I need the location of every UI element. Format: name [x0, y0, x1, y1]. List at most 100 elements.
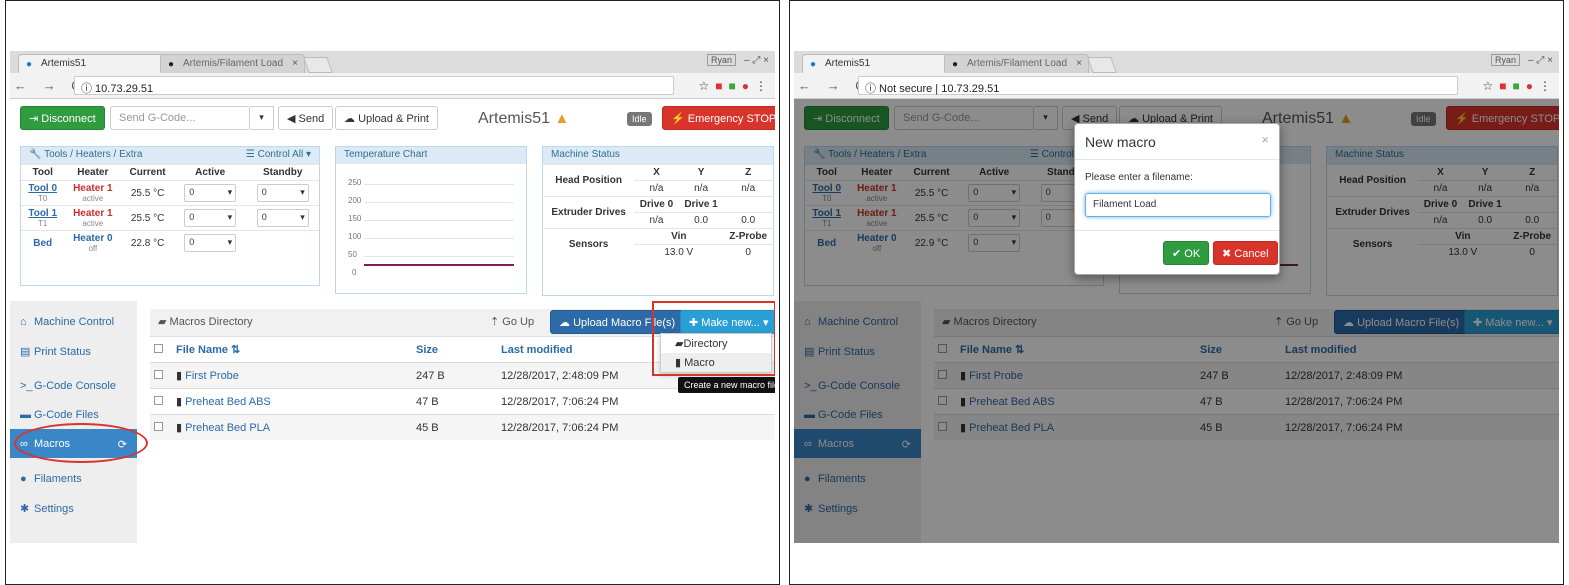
tab-bar: ●Artemis51× ●Artemis/Filament Load× Ryan… [10, 51, 775, 73]
github-icon: ● [952, 59, 959, 70]
user-badge[interactable]: Ryan [1491, 54, 1521, 66]
tooltip: Create a new macro file [678, 377, 775, 393]
menu-icon[interactable]: ⋮ [1539, 79, 1551, 93]
file-icon: ▮ [176, 370, 183, 382]
tool-0-dropdown[interactable]: Tool 0 [28, 183, 57, 194]
send-button[interactable]: ◀ Send [278, 106, 334, 130]
row-checkbox[interactable] [154, 395, 163, 405]
left-screenshot-frame: ●Artemis51× ●Artemis/Filament Load× Ryan… [5, 0, 780, 585]
droplet-icon: ● [810, 59, 817, 70]
right-screenshot-frame: ●Artemis51× ●Artemis/Filament Load× Ryan… [789, 0, 1564, 585]
close-icon[interactable]: × [292, 58, 298, 69]
gcode-dropdown[interactable]: ▾ [250, 106, 274, 130]
sort-icon[interactable]: ⇅ [231, 344, 240, 356]
tab-bar: ●Artemis51× ●Artemis/Filament Load× Ryan… [794, 51, 1559, 73]
extension-icons: ☆ ■ ■ ● ⋮ [1476, 79, 1551, 93]
filename-input[interactable]: Filament Load [1085, 193, 1271, 217]
url-field[interactable]: ⓘ Not secure | 10.73.29.51 [858, 76, 1458, 95]
globe-icon: ● [20, 473, 27, 485]
ok-button[interactable]: ✔ OK [1163, 241, 1210, 265]
address-bar: ← → C ⓘ Not secure | 10.73.29.51 ☆ ■ ■ ● ⋮ [794, 73, 1559, 99]
close-icon[interactable]: × [1076, 58, 1082, 69]
maximize-icon[interactable]: ⤢ [752, 55, 760, 66]
adblock-icon[interactable]: ● [1526, 79, 1533, 93]
extension-icon[interactable]: ■ [1499, 79, 1506, 93]
gcode-input[interactable]: Send G-Code... [110, 106, 250, 130]
extension-icon[interactable]: ■ [729, 79, 736, 93]
printer-title: Artemis51 ▲ [478, 110, 570, 127]
modal-footer: ✔ OK ✖ Cancel [1075, 230, 1279, 274]
status-badge: Idle [627, 112, 652, 126]
tools-panel: 🔧 Tools / Heaters / Extra☰ Control All ▾… [20, 146, 320, 286]
tab-github[interactable]: ● Artemis/Filament Load × [160, 54, 305, 73]
sidebar-item-settings[interactable]: ✱ Settings [10, 493, 137, 522]
sidebar-item-machine-control[interactable]: ⌂ Machine Control [10, 307, 137, 336]
star-icon[interactable]: ☆ [1482, 79, 1493, 93]
active-temp-select[interactable]: 0 [184, 184, 237, 202]
adblock-icon[interactable]: ● [742, 79, 749, 93]
menu-icon[interactable]: ⋮ [755, 79, 767, 93]
sidebar-item-print-status[interactable]: ▤ Print Status [10, 336, 137, 365]
cancel-button[interactable]: ✖ Cancel [1213, 241, 1278, 265]
home-icon: ⌂ [20, 316, 27, 328]
go-up-button[interactable]: ⇡ Go Up [490, 315, 534, 328]
modal-title: New macro × [1075, 124, 1279, 160]
star-icon[interactable]: ☆ [698, 79, 709, 93]
select-all-checkbox[interactable] [154, 343, 163, 353]
table-row: Tool 1T1 Heater 1active 25.5 °C 0 0 [21, 205, 319, 231]
control-all-dropdown[interactable]: ☰ Control All ▾ [246, 149, 311, 160]
tools-table: Tool Heater Current Active Standby Tool 0 T0 … [21, 164, 319, 255]
emergency-stop-button[interactable]: ⚡ Emergency STOP [662, 106, 775, 130]
machine-status-panel: Machine Status Head Position X Y Z n/a n/a n/… [542, 146, 774, 296]
standby-temp-select[interactable]: 0 [256, 184, 309, 202]
machine-status-table: Head Position X Y Z n/a n/a n/a Extruder Driv… [543, 164, 773, 260]
gear-icon: ✱ [20, 503, 30, 515]
file-icon: ▮ [176, 422, 183, 434]
warning-icon: ▲ [554, 110, 570, 127]
upload-print-button[interactable]: ☁ Upload & Print [335, 106, 438, 130]
row-checkbox[interactable] [154, 369, 163, 379]
new-macro-modal: New macro × Please enter a filename: Fila… [1074, 123, 1280, 275]
tools-panel-header: 🔧 Tools / Heaters / Extra☰ Control All ▾ [21, 147, 319, 164]
row-checkbox[interactable] [154, 421, 163, 431]
tool-1-dropdown[interactable]: Tool 1 [28, 208, 57, 219]
standby-temp-select[interactable]: 0 [256, 209, 309, 227]
active-temp-select[interactable]: 0 [184, 209, 237, 227]
browser-window: ●Artemis51× ●Artemis/Filament Load× Ryan… [794, 51, 1559, 543]
bed-temp-select[interactable]: 0 [184, 234, 237, 252]
wrench-icon: 🔧 [29, 149, 42, 160]
disconnect-button[interactable]: ⇥ Disconnect [20, 106, 105, 130]
minimize-icon[interactable]: – [744, 55, 750, 66]
temp-line [364, 264, 514, 266]
maximize-icon[interactable]: ⤢ [1536, 55, 1544, 66]
new-tab-button[interactable] [303, 57, 333, 73]
tab-github[interactable]: ● Artemis/Filament Load × [944, 54, 1089, 73]
table-row: Bed Heater 0 off 22.8 °C 0 [21, 230, 319, 255]
close-window-icon[interactable]: × [1547, 55, 1553, 66]
sidebar-item-gcode-console[interactable]: >_G-Code Console [10, 371, 137, 400]
address-bar: ← → C ⓘ 10.73.29.51 ☆ ■ ■ ● ⋮ [10, 73, 775, 99]
url-field[interactable]: ⓘ 10.73.29.51 [74, 76, 674, 95]
window-controls: Ryan – ⤢ × [1491, 54, 1553, 66]
app-toolbar: ⇥ Disconnect Send G-Code... ▾ ◀ Send ☁ U… [10, 99, 775, 141]
sidebar-item-filaments[interactable]: ● Filaments [10, 464, 137, 493]
sidebar: ⌂ Machine Control ▤ Print Status >_G-Code … [10, 301, 137, 543]
github-icon: ● [168, 59, 175, 70]
extension-icon[interactable]: ■ [1513, 79, 1520, 93]
close-window-icon[interactable]: × [763, 55, 769, 66]
terminal-icon: >_ [20, 380, 33, 392]
droplet-icon: ● [26, 59, 33, 70]
temperature-chart: 250 200 150 100 50 0 [336, 164, 526, 294]
table-row[interactable]: ▮ Preheat Bed PLA 45 B 12/28/2017, 7:06:24… [150, 414, 775, 440]
user-badge[interactable]: Ryan [707, 54, 737, 66]
browser-window: ●Artemis51× ●Artemis/Filament Load× Ryan… [10, 51, 775, 543]
new-tab-button[interactable] [1087, 57, 1117, 73]
print-icon: ▤ [20, 346, 31, 358]
folder-open-icon: ▰ [158, 316, 167, 328]
file-icon: ▮ [176, 396, 183, 408]
minimize-icon[interactable]: – [1528, 55, 1534, 66]
close-icon[interactable]: × [1261, 132, 1269, 147]
extension-icons: ☆ ■ ■ ● ⋮ [692, 79, 767, 93]
extension-icon[interactable]: ■ [715, 79, 722, 93]
window-controls: Ryan – ⤢ × [707, 54, 769, 66]
